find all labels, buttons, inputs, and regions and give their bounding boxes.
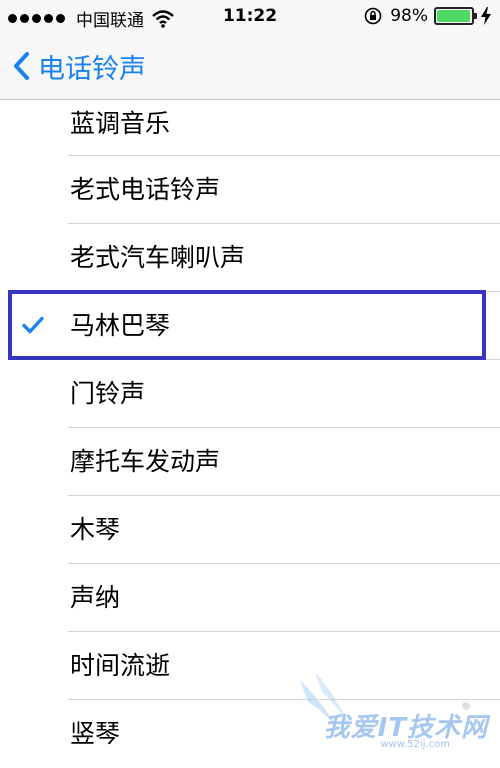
checkmark-icon: [22, 316, 44, 334]
ringtone-label: 声纳: [70, 583, 121, 612]
rotation-lock-icon: [364, 7, 382, 25]
ringtone-label: 老式电话铃声: [70, 175, 221, 204]
status-bar: 中国联通 11:22 98%: [0, 0, 500, 34]
ringtone-label: 摩托车发动声: [70, 447, 221, 476]
battery-percent: 98%: [390, 6, 428, 26]
back-button[interactable]: 电话铃声: [12, 46, 146, 86]
ringtone-label: 蓝调音乐: [70, 109, 171, 138]
ringtone-item[interactable]: 木琴: [0, 496, 500, 564]
battery-level-fill: [437, 10, 471, 22]
ringtone-label: 马林巴琴: [70, 311, 171, 340]
ringtone-label: 木琴: [70, 515, 121, 544]
ringtone-item-selected[interactable]: 马林巴琴: [0, 292, 500, 360]
ringtone-item[interactable]: 声纳: [0, 564, 500, 632]
ringtone-item[interactable]: 摩托车发动声: [0, 428, 500, 496]
ringtone-label: 竖琴: [70, 719, 121, 748]
ringtone-label: 老式汽车喇叭声: [70, 243, 246, 272]
ringtone-item[interactable]: 老式电话铃声: [0, 156, 500, 224]
ringtone-item[interactable]: 蓝调音乐: [0, 100, 500, 156]
battery-icon: [434, 7, 477, 25]
ringtone-item[interactable]: 老式汽车喇叭声: [0, 224, 500, 292]
status-right: 98%: [364, 6, 492, 26]
ringtone-item[interactable]: 门铃声: [0, 360, 500, 428]
watermark: 我爱IT技术网 www.52ij.com: [270, 660, 500, 750]
ringtone-label: 门铃声: [70, 379, 146, 408]
watermark-url: www.52ij.com: [380, 739, 450, 750]
charging-icon: [481, 7, 491, 25]
navigation-bar: 电话铃声: [0, 34, 500, 100]
chevron-left-icon: [14, 52, 29, 80]
ringtone-label: 时间流逝: [70, 651, 171, 680]
back-button-label: 电话铃声: [38, 53, 146, 85]
